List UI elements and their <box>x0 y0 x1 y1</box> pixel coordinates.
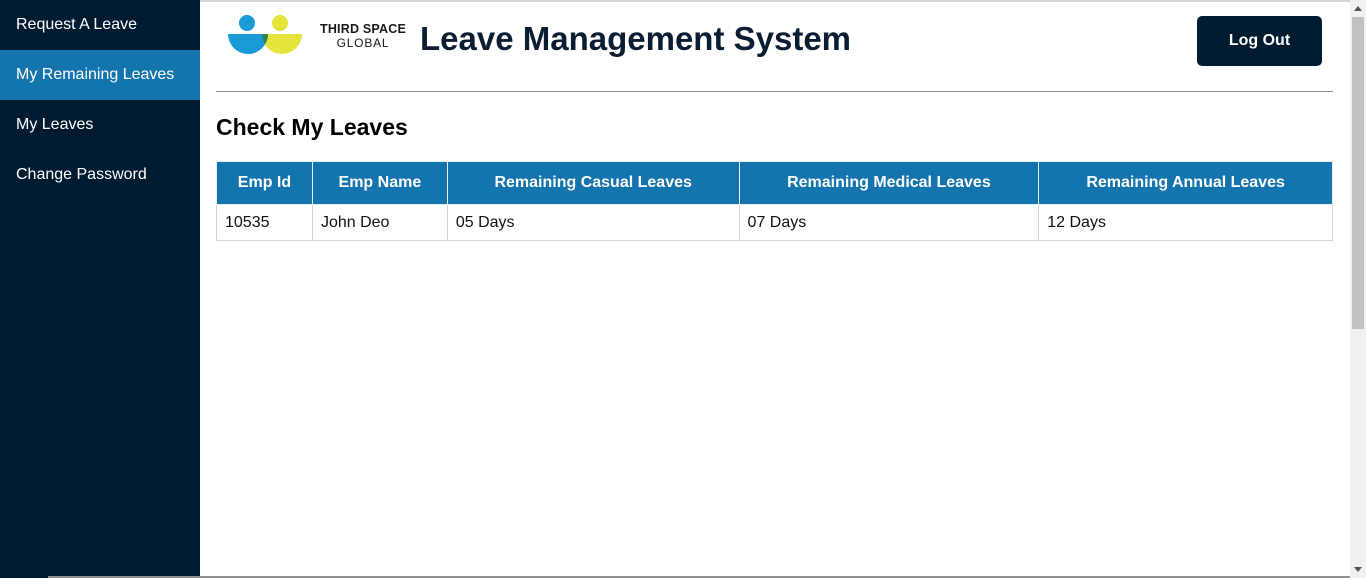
column-header-emp-id: Emp Id <box>216 161 313 205</box>
column-header-emp-name: Emp Name <box>311 161 448 205</box>
scrollbar-thumb[interactable] <box>1352 17 1364 329</box>
cell-casual-leaves: 05 Days <box>446 204 740 241</box>
scroll-up-arrow-icon[interactable] <box>1354 6 1362 11</box>
logo-text-line1: THIRD SPACE <box>319 22 406 36</box>
logout-button[interactable]: Log Out <box>1197 16 1322 66</box>
vertical-scrollbar[interactable] <box>1350 0 1366 578</box>
cell-emp-name: John Deo <box>311 204 448 241</box>
logo-wordmark: THIRD SPACE GLOBAL <box>313 22 413 50</box>
cell-emp-id: 10535 <box>216 204 313 241</box>
remaining-leaves-table: Emp Id Emp Name Remaining Casual Leaves … <box>216 161 1333 241</box>
column-header-annual-leaves: Remaining Annual Leaves <box>1038 161 1333 205</box>
sidebar: Request A Leave My Remaining Leaves My L… <box>0 0 200 578</box>
company-logo: THIRD SPACE GLOBAL <box>226 12 406 62</box>
logo-text-line2: GLOBAL <box>336 36 390 50</box>
sidebar-item-remaining-leaves[interactable]: My Remaining Leaves <box>0 50 200 100</box>
logo-mark-icon <box>228 15 302 54</box>
header: THIRD SPACE GLOBAL Leave Management Syst… <box>216 0 1333 92</box>
sidebar-item-my-leaves[interactable]: My Leaves <box>0 100 200 150</box>
header-divider <box>216 91 1333 92</box>
scroll-down-arrow-icon[interactable] <box>1354 567 1362 572</box>
column-header-medical-leaves: Remaining Medical Leaves <box>738 161 1040 205</box>
page-title: Check My Leaves <box>216 114 408 140</box>
cell-medical-leaves: 07 Days <box>738 204 1040 241</box>
main-content: THIRD SPACE GLOBAL Leave Management Syst… <box>200 0 1350 578</box>
table-header-row: Emp Id Emp Name Remaining Casual Leaves … <box>216 161 1333 205</box>
app-title: Leave Management System <box>420 20 852 57</box>
column-header-casual-leaves: Remaining Casual Leaves <box>446 161 740 205</box>
table-row: 10535 John Deo 05 Days 07 Days 12 Days <box>216 204 1333 241</box>
cell-annual-leaves: 12 Days <box>1038 204 1333 241</box>
sidebar-item-request-leave[interactable]: Request A Leave <box>0 0 200 50</box>
sidebar-item-change-password[interactable]: Change Password <box>0 150 200 200</box>
